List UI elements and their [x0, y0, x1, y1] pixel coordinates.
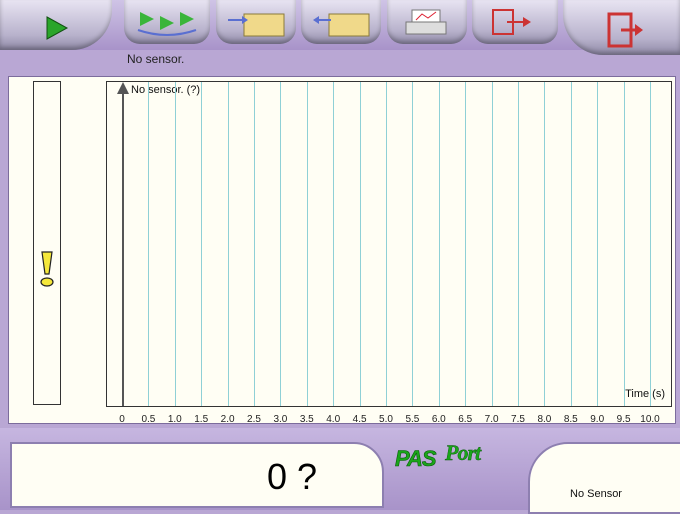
- x-tick-label: 7.5: [511, 414, 525, 425]
- svg-text:PAS: PAS: [395, 446, 437, 471]
- x-tick-label: 7.0: [484, 414, 499, 425]
- pasport-logo-art: PAS Port: [395, 440, 484, 472]
- import-button[interactable]: [216, 0, 296, 44]
- gridline: [174, 82, 176, 406]
- gridline: [227, 82, 229, 406]
- gridline: [518, 82, 519, 406]
- folder-export-icon: [313, 13, 370, 37]
- gridline: [306, 82, 308, 406]
- gridline: [333, 82, 335, 406]
- gridline: [280, 82, 282, 406]
- y-axis-label: No sensor. (?): [131, 84, 201, 96]
- x-tick-label: 5.5: [405, 414, 420, 425]
- x-tick-label: 0: [119, 414, 125, 425]
- gridline: [623, 82, 625, 406]
- x-tick-label: 6.0: [431, 414, 446, 425]
- gridline: [650, 82, 651, 406]
- printer-icon: [405, 9, 447, 35]
- graph-area[interactable]: No sensor. (?) Time (s) 0 0.5 1.0 1.5 2.0 2.5…: [106, 81, 672, 425]
- gridline: [148, 82, 150, 406]
- gridline: [359, 82, 361, 406]
- x-axis-label: Time (s): [625, 388, 665, 400]
- y-axis: [122, 88, 124, 406]
- exit-tools-icon: [492, 9, 531, 35]
- x-tick-label: 6.5: [458, 414, 473, 425]
- gridline: [491, 82, 493, 406]
- x-tick-label: 9.0: [590, 414, 605, 425]
- folder-import-icon: [228, 13, 285, 37]
- gridline: [386, 82, 387, 406]
- x-tick-label: 3.0: [273, 414, 288, 425]
- x-tick-label: 8.0: [537, 414, 552, 425]
- x-tick-label: 1.5: [194, 414, 209, 425]
- x-tick-label: 3.5: [299, 414, 314, 425]
- x-tick-label: 2.5: [247, 414, 261, 425]
- gridline: [570, 82, 572, 406]
- svg-text:Port: Port: [444, 440, 482, 465]
- x-tick-label: 1.0: [167, 414, 182, 425]
- gridline: [201, 82, 203, 406]
- setup-button[interactable]: [124, 0, 210, 44]
- x-tick-label: 0.5: [141, 414, 156, 425]
- exit-button[interactable]: [563, 0, 680, 55]
- gridline: [597, 82, 599, 406]
- gridline: [465, 82, 467, 406]
- play-icon: [46, 16, 69, 40]
- export-button[interactable]: [301, 0, 381, 44]
- y-axis-arrow: [117, 82, 129, 94]
- workspace: No sensor. (?) Time (s) 0 0.5 1.0 1.5 2.0 2.5…: [8, 76, 676, 425]
- sensor-panel[interactable]: No Sensor: [528, 442, 680, 514]
- toolbar: [0, 0, 680, 55]
- x-tick-label: 4.0: [326, 414, 341, 425]
- pasport-logo: PAS Port: [393, 440, 523, 480]
- x-tick-label: 8.5: [563, 414, 578, 425]
- gridline: [544, 82, 546, 406]
- sensor-status: No Sensor: [570, 488, 622, 500]
- print-button[interactable]: [387, 0, 467, 44]
- gridline: [412, 82, 414, 406]
- meter-bar: [33, 81, 61, 405]
- warning-icon: [40, 251, 54, 287]
- gridline: [254, 82, 255, 406]
- x-tick-label: 2.0: [220, 414, 235, 425]
- status-text: No sensor.: [127, 52, 185, 66]
- tools-button[interactable]: [472, 0, 558, 44]
- gridline: [438, 82, 440, 406]
- sensor-loop-icon: [137, 12, 197, 36]
- readout-value: 0 ?: [266, 456, 318, 497]
- start-button[interactable]: [0, 0, 112, 50]
- readout-box: 0 ?: [10, 442, 384, 508]
- door-exit-icon: [607, 12, 643, 48]
- x-tick-label: 4.5: [352, 414, 367, 425]
- x-tick-label: 10.0: [640, 414, 660, 425]
- x-tick-label: 9.5: [616, 414, 631, 425]
- bottom-panel: 0 ? PAS Port No Sensor: [0, 428, 680, 514]
- x-tick-label: 5.0: [379, 414, 393, 425]
